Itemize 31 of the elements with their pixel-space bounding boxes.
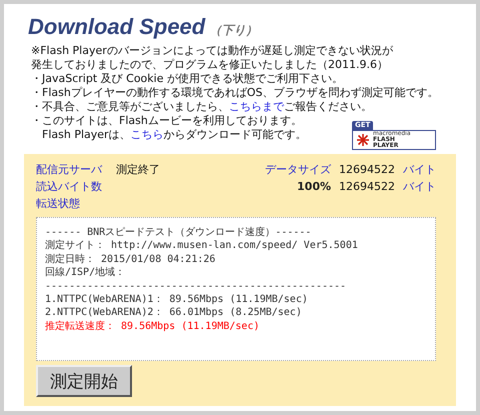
result-line: -------------------------------------------------- — [45, 280, 348, 294]
page-subtitle: （下り） — [209, 22, 258, 39]
byte-count: 12694522 — [339, 162, 395, 177]
unit-label: バイト — [403, 162, 436, 177]
result-line: 2.NTTPC(WebARENA)2： 66.01Mbps (8.25MB/sec) — [45, 306, 303, 320]
start-button[interactable]: 測定開始 — [36, 365, 132, 397]
field-label: データサイズ — [265, 162, 331, 177]
field-label: 転送状態 — [36, 196, 81, 211]
result-line: 1.NTTPC(WebARENA)1： 89.56Mbps (11.19MB/sec) — [45, 293, 309, 306]
flash-burst-icon — [356, 133, 370, 147]
notice-text: ・不具合、ご意見等がございましたら、こちらまでご報告ください。 — [31, 100, 372, 114]
notice-text: ・このサイトは、Flashムービーを利用しております。 — [31, 114, 302, 128]
unit-label: バイト — [403, 179, 436, 194]
page-title: Download Speed — [28, 14, 206, 40]
field-label: 読込バイト数 — [36, 179, 103, 194]
field-label: 配信元サーバ — [36, 162, 104, 177]
notice-text: ※Flash Playerのバージョンによっては動作が遅延し測定できない状況が — [31, 44, 393, 58]
result-line: ------ BNRスピードテスト（ダウンロード速度）------ — [45, 226, 312, 240]
byte-count: 12694522 — [339, 179, 395, 194]
link[interactable]: こちらまで — [229, 100, 284, 113]
notice-text: 発生しておりましたので、プログラムを修正いたしました（2011.9.6） — [31, 58, 388, 72]
status-value: 測定終了 — [116, 162, 161, 177]
percent-value: 100% — [297, 179, 331, 194]
notice-text: ・JavaScript 及び Cookie が使用できる状態でご利用下さい。 — [31, 72, 343, 86]
result-line: 回線/ISP/地域： — [45, 266, 126, 280]
link[interactable]: こちら — [130, 128, 164, 141]
estimated-speed: 推定転送速度： 89.56Mbps (11.19MB/sec) — [45, 320, 260, 334]
notice-text: Flash Playerは、こちらからダウンロード可能です。 — [41, 128, 307, 142]
result-line: 測定日時： 2015/01/08 04:21:26 — [45, 252, 216, 266]
notice-text: ・Flashプレイヤーの動作する環境であればOS、ブラウザを問わず測定可能です。 — [31, 86, 438, 100]
result-line: 測定サイト： http://www.musen-lan.com/speed/ Ver5.5001 — [45, 239, 359, 253]
